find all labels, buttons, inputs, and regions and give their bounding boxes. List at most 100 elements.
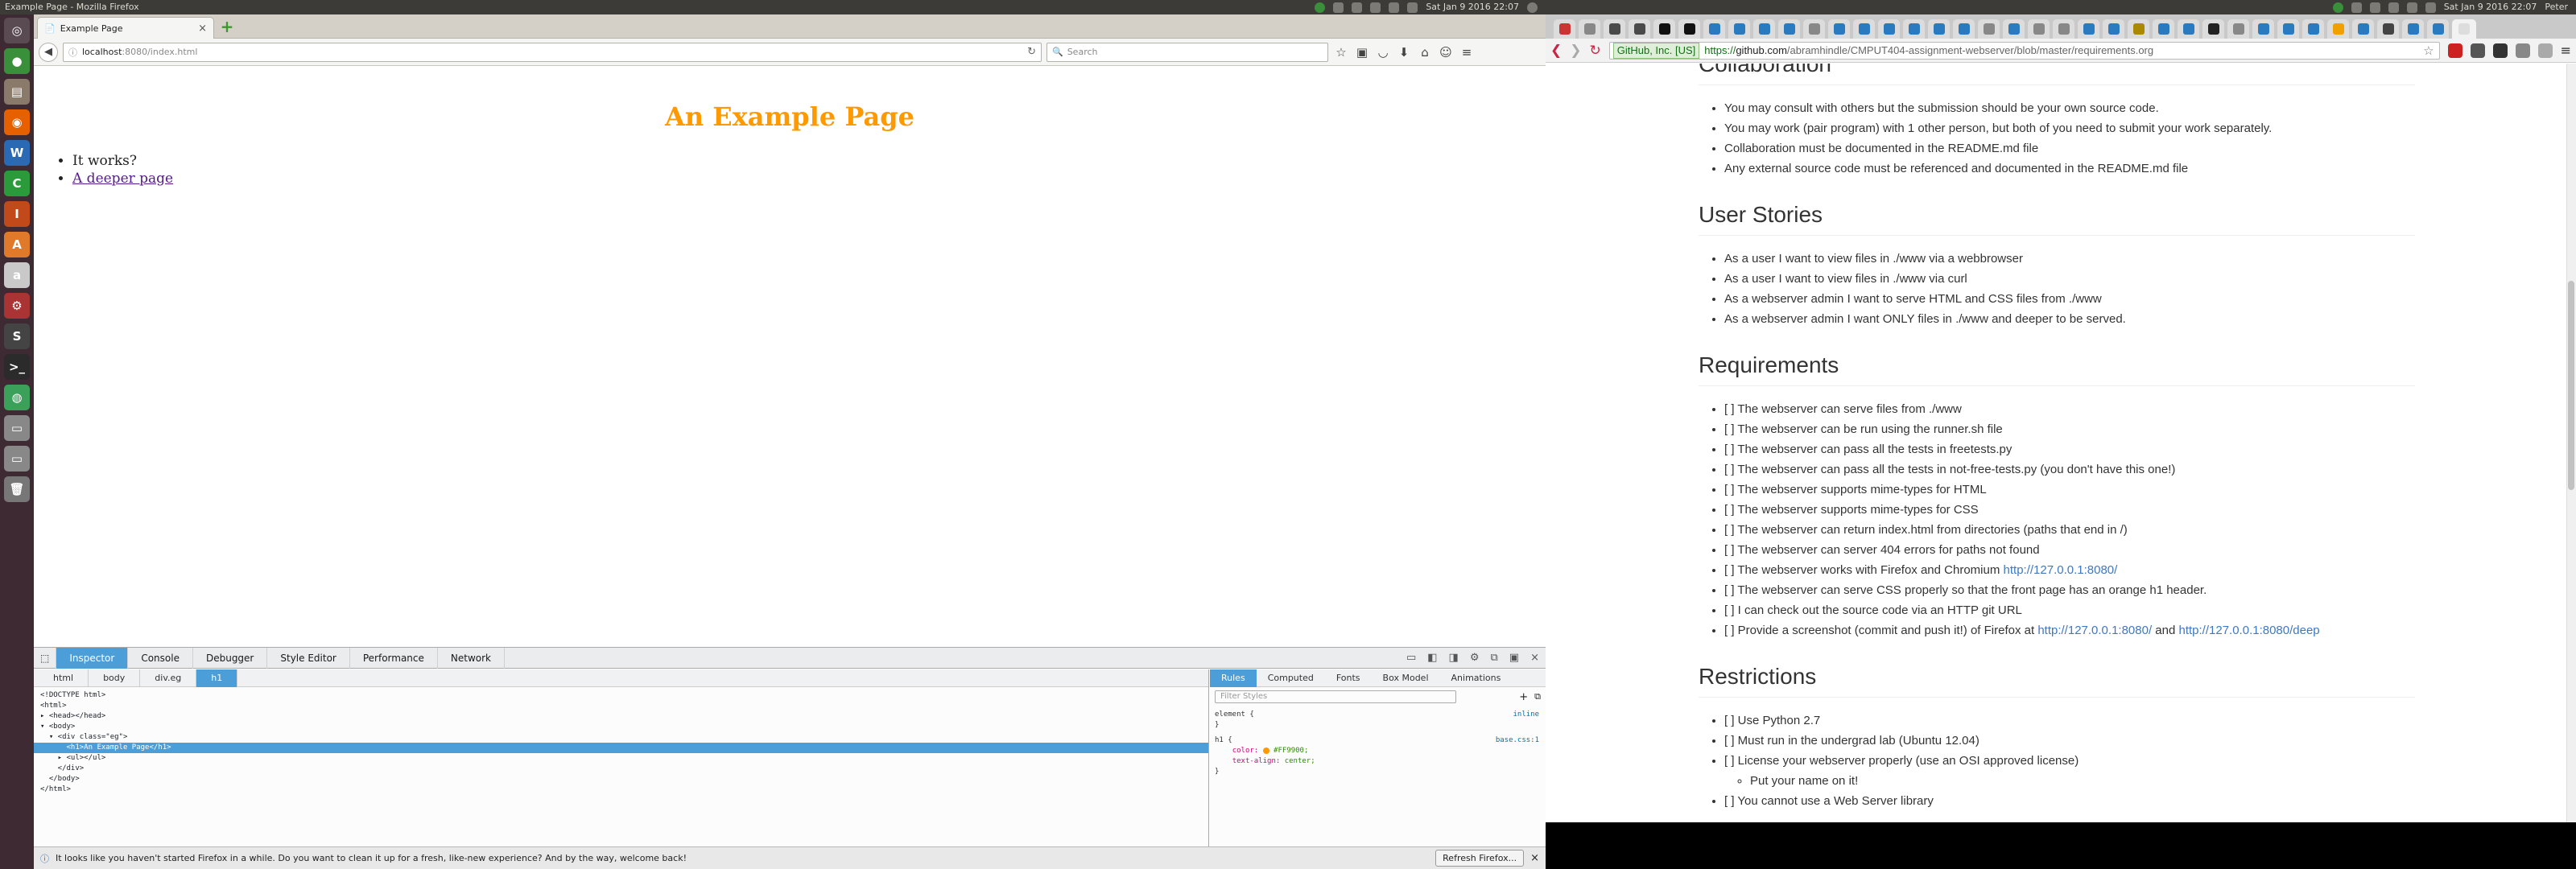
chrome-tab[interactable] <box>2053 19 2074 39</box>
launcher-calc-icon[interactable]: C <box>4 171 30 196</box>
markup-line[interactable]: ▸ <head></head> <box>34 711 1208 722</box>
markup-line[interactable]: <h1>An Example Page</h1> <box>34 743 1208 753</box>
chrome-tab[interactable] <box>2202 19 2224 39</box>
chrome-tab[interactable] <box>1928 19 1950 39</box>
color-value[interactable]: #FF9900; <box>1274 747 1308 755</box>
breadcrumb-item[interactable]: div.eg <box>140 669 197 687</box>
add-rule-plus-icon[interactable]: + <box>1519 691 1528 703</box>
chrome-tab[interactable] <box>1978 19 2000 39</box>
options-icon[interactable]: ⚙ <box>1470 652 1480 664</box>
chrome-tab[interactable] <box>2352 19 2374 39</box>
menu-hamburger-icon[interactable]: ≡ <box>1459 45 1475 60</box>
pocket-icon[interactable]: ◡ <box>1375 45 1391 60</box>
markup-line[interactable]: ▾ <div class="eg"> <box>34 732 1208 743</box>
volume-icon[interactable] <box>1389 2 1400 13</box>
refresh-firefox-button[interactable]: Refresh Firefox... <box>1435 850 1525 867</box>
toggle-pseudo-icon[interactable]: ⧉ <box>1534 691 1541 702</box>
sidebar-tab-animations[interactable]: Animations <box>1440 669 1513 687</box>
extension-icon[interactable] <box>2470 43 2485 58</box>
user-name[interactable]: Peter <box>2545 0 2568 14</box>
color-property[interactable]: color: <box>1232 747 1259 755</box>
chrome-tab[interactable] <box>2302 19 2324 39</box>
launcher-chrome-icon[interactable]: ● <box>4 48 30 74</box>
devtools-tab-inspector[interactable]: Inspector <box>56 647 129 669</box>
devtools-tab-style-editor[interactable]: Style Editor <box>267 647 350 669</box>
chrome-tab[interactable] <box>1878 19 1900 39</box>
downloads-icon[interactable]: ⬇ <box>1396 45 1412 60</box>
chat-icon[interactable]: ☺ <box>1438 45 1454 60</box>
reading-list-icon[interactable]: ▣ <box>1354 45 1370 60</box>
chrome-tab[interactable] <box>2402 19 2424 39</box>
chrome-tab[interactable] <box>1778 19 1800 39</box>
localhost-link[interactable]: http://127.0.0.1:8080/ <box>2004 563 2118 577</box>
clock-left[interactable]: Sat Jan 9 2016 22:07 <box>1426 0 1519 14</box>
battery-icon[interactable] <box>1370 2 1381 13</box>
extension-icon-3[interactable] <box>2515 43 2530 58</box>
launcher-software-icon[interactable]: A <box>4 232 30 257</box>
launcher-dash-icon[interactable]: ◎ <box>4 18 30 43</box>
chrome-tab[interactable] <box>1653 19 1675 39</box>
devtools-tab-console[interactable]: Console <box>128 647 193 669</box>
battery-icon-2[interactable] <box>2388 2 2399 13</box>
dock-side-icon[interactable]: ⧉ <box>1491 652 1498 664</box>
keyboard-icon[interactable] <box>1352 2 1363 13</box>
align-property[interactable]: text-align: <box>1232 757 1281 765</box>
keyboard-icon-2[interactable] <box>2369 2 2380 13</box>
transfer-icon-2[interactable] <box>2351 2 2362 13</box>
chrome-tab[interactable] <box>1554 19 1575 39</box>
filter-styles-input[interactable]: Filter Styles <box>1215 690 1456 703</box>
responsive-icon[interactable]: ◧ <box>1427 652 1437 664</box>
devtools-tab-network[interactable]: Network <box>438 647 505 669</box>
page-info-icon[interactable]: ⓘ <box>68 46 77 59</box>
launcher-settings-icon[interactable]: ⚙ <box>4 293 30 319</box>
launcher-writer-icon[interactable]: W <box>4 140 30 166</box>
chrome-menu-icon[interactable]: ≡ <box>2561 43 2571 58</box>
chrome-tab[interactable] <box>1678 19 1700 39</box>
sidebar-tab-computed[interactable]: Computed <box>1257 669 1325 687</box>
close-icon[interactable]: × <box>1530 652 1539 664</box>
chrome-indicator-icon-2[interactable] <box>2332 2 2343 13</box>
chrome-tab[interactable] <box>2153 19 2174 39</box>
chrome-tab[interactable] <box>1953 19 1975 39</box>
chrome-tab[interactable] <box>1853 19 1875 39</box>
sidebar-tab-fonts[interactable]: Fonts <box>1325 669 1372 687</box>
scrollbar-thumb[interactable] <box>2568 281 2574 490</box>
pick-element-icon[interactable]: ⬚ <box>34 647 57 669</box>
launcher-impress-icon[interactable]: I <box>4 201 30 227</box>
sidebar-tab-box-model[interactable]: Box Model <box>1372 669 1440 687</box>
chrome-tab[interactable] <box>1629 19 1650 39</box>
chrome-tab[interactable] <box>2227 19 2249 39</box>
chrome-tab[interactable] <box>2028 19 2050 39</box>
omnibox[interactable]: GitHub, Inc. [US] https://github.com/abr… <box>1608 41 2440 60</box>
markup-line[interactable]: </body> <box>34 774 1208 785</box>
chrome-tab[interactable] <box>2103 19 2124 39</box>
launcher-terminal-icon[interactable]: >_ <box>4 354 30 380</box>
devtools-tab-performance[interactable]: Performance <box>350 647 438 669</box>
ev-certificate-badge[interactable]: GitHub, Inc. [US] <box>1612 42 1700 59</box>
launcher-firefox-icon[interactable]: ◉ <box>4 109 30 135</box>
launcher-files-icon[interactable]: ▤ <box>4 79 30 105</box>
tab-close-icon[interactable]: × <box>198 23 207 35</box>
chrome-tab[interactable] <box>2178 19 2199 39</box>
chrome-tab[interactable] <box>1728 19 1750 39</box>
markup-line[interactable]: </div> <box>34 764 1208 774</box>
sidebar-tab-rules[interactable]: Rules <box>1210 669 1257 687</box>
forward-icon[interactable]: ❯ <box>1570 43 1581 59</box>
reload-icon-chrome[interactable]: ↻ <box>1590 43 1601 59</box>
chrome-tab[interactable] <box>2003 19 2025 39</box>
new-tab-plus-icon[interactable]: + <box>219 19 235 35</box>
chrome-indicator-icon[interactable] <box>1315 2 1326 13</box>
chrome-tab[interactable] <box>1753 19 1775 39</box>
devtools-tab-debugger[interactable]: Debugger <box>193 647 268 669</box>
back-icon[interactable]: ❮ <box>1550 43 1562 59</box>
chrome-tab[interactable] <box>1903 19 1925 39</box>
markup-line[interactable]: <!DOCTYPE html> <box>34 690 1208 701</box>
markup-line[interactable]: </html> <box>34 785 1208 795</box>
chrome-tab[interactable] <box>1828 19 1850 39</box>
chrome-tab[interactable] <box>2252 19 2274 39</box>
deep-link[interactable]: http://127.0.0.1:8080/deep <box>2179 624 2320 637</box>
back-arrow-icon[interactable]: ◀ <box>39 42 58 62</box>
adblock-icon[interactable] <box>2447 43 2462 58</box>
localhost-link-2[interactable]: http://127.0.0.1:8080/ <box>2037 624 2152 637</box>
scrollbar[interactable] <box>2566 64 2576 822</box>
